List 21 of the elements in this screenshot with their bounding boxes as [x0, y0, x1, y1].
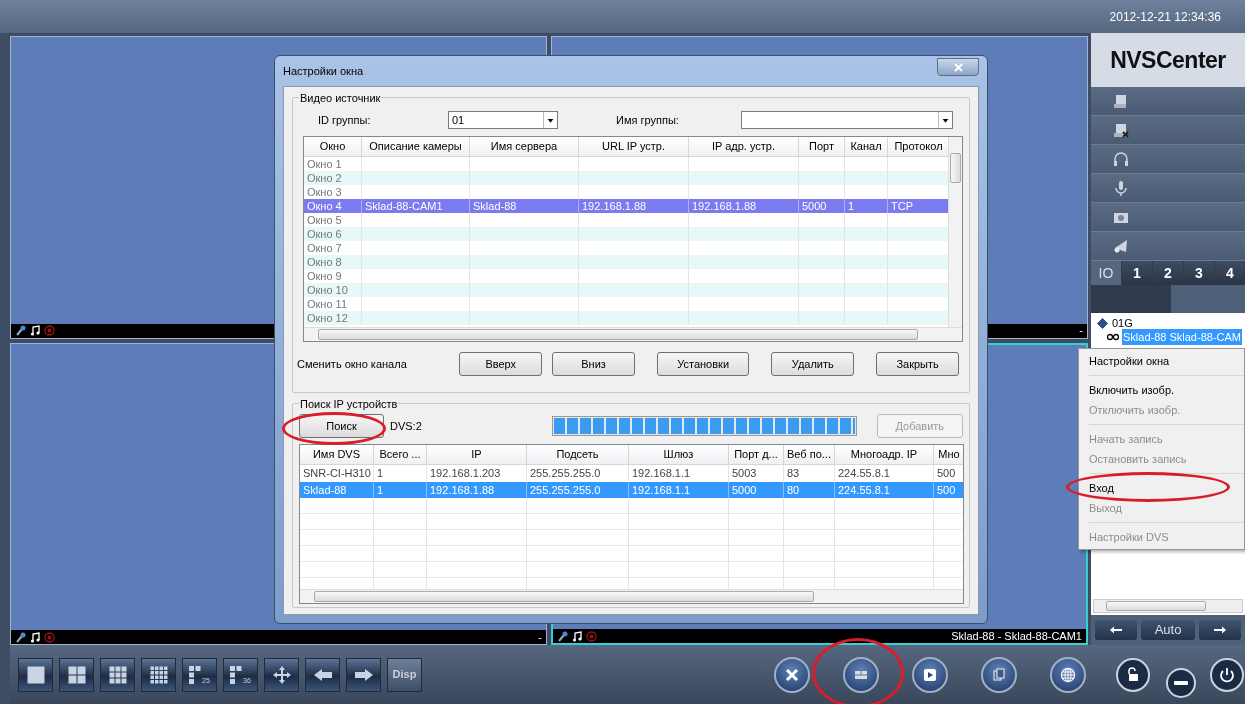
table-cell: Окно 12 — [304, 311, 362, 325]
field-label: ID группы: — [318, 112, 372, 128]
field-label: Имя группы: — [616, 112, 680, 128]
table-cell: 192.168.1.1 — [629, 465, 729, 482]
camera-caption: Sklad-88 - Sklad-88-CAM1 — [951, 630, 1082, 642]
app-logo: NVSCenter — [1110, 47, 1226, 73]
dialog-title: Настройки окна — [283, 63, 364, 79]
dropdown-value: 01 — [452, 112, 465, 128]
table-cell: 83 — [784, 465, 835, 482]
table-cell: 1 — [374, 465, 427, 482]
table-cell: 500 — [934, 465, 963, 482]
device-count: DVS:2 — [390, 418, 422, 434]
clock-text: 2012-12-21 12:34:36 — [1109, 8, 1221, 26]
table-cell: 192.168.1.203 — [427, 465, 527, 482]
dash-text: - — [1079, 325, 1083, 336]
field-label: Сменить окно канала — [297, 356, 408, 372]
table-cell: 5003 — [729, 465, 784, 482]
table-cell: SNR-CI-H310 — [300, 465, 374, 482]
table-cell: 255.255.255.0 — [527, 465, 629, 482]
dash-text: - — [538, 631, 542, 643]
table-cell: 224.55.8.1 — [835, 465, 934, 482]
